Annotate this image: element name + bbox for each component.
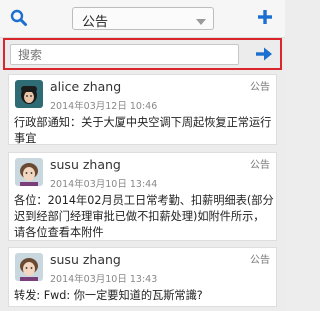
post-body: 转发: Fwd: 你一定要知道的瓦斯常識? xyxy=(14,289,203,302)
post-body: 各位：2014年02月员工日常考勤、扣薪明细表(部分迟到经部门经理审批已做不扣薪… xyxy=(14,194,274,239)
post-card[interactable]: susu zhang 2014年03月10日 13:44 公告 各位：2014年… xyxy=(8,152,277,241)
post-time: 2014年03月10日 13:44 xyxy=(50,179,158,190)
arrow-right-icon[interactable] xyxy=(255,46,273,62)
plus-icon[interactable] xyxy=(257,9,273,25)
post-type-badge: 公告 xyxy=(250,255,270,266)
avatar xyxy=(15,253,43,281)
chevron-down-icon xyxy=(195,13,207,25)
search-input[interactable] xyxy=(10,44,239,65)
post-card[interactable]: alice zhang 2014年03月12日 10:46 公告 行政部通知：关… xyxy=(8,74,277,145)
post-time: 2014年03月10日 13:43 xyxy=(50,274,158,285)
author-name: susu zhang xyxy=(50,252,121,267)
post-type-badge: 公告 xyxy=(250,160,270,171)
post-card[interactable]: susu zhang 2014年03月10日 13:43 公告 转发: Fwd:… xyxy=(8,247,277,307)
category-value: 公告 xyxy=(82,15,109,30)
app-window: 公告 搜索 alice zhang 2014年03月12日 10:46 公告 行… xyxy=(0,0,285,311)
post-body: 行政部通知：关于大厦中央空调下周起恢复正常运行事宜 xyxy=(14,116,272,145)
top-bar: 公告 xyxy=(0,0,285,38)
search-icon[interactable] xyxy=(9,8,29,28)
author-name: alice zhang xyxy=(50,79,122,94)
search-bar xyxy=(3,38,282,70)
post-type-badge: 公告 xyxy=(250,82,270,93)
post-time: 2014年03月12日 10:46 xyxy=(50,101,158,112)
avatar xyxy=(15,80,43,108)
author-name: susu zhang xyxy=(50,157,121,172)
avatar xyxy=(15,158,43,186)
category-dropdown[interactable]: 公告 xyxy=(72,7,214,30)
